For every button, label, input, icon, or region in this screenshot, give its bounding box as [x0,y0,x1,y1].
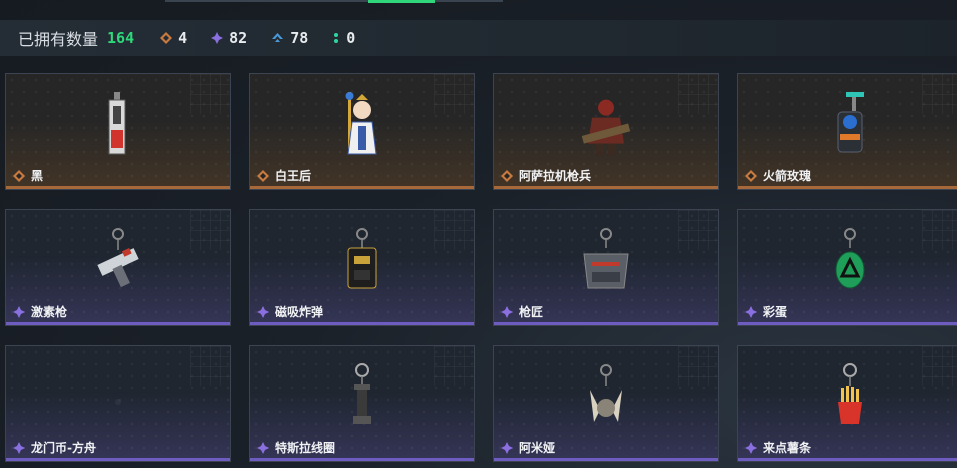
purple-count: 82 [229,29,248,47]
orange-diamond-icon [745,169,757,182]
purple-diamond-icon [501,305,513,318]
item-name-row: 彩蛋 [745,303,787,320]
green-count-stat: 0 [332,29,355,47]
owned-stats-bar: 已拥有数量 164 4 82 78 0 [0,20,957,56]
item-name: 白王后 [275,169,312,183]
item-card[interactable]: 白王后 [249,73,475,190]
fries-icon [838,362,862,424]
item-card[interactable]: 特斯拉线圈 [249,345,475,462]
owned-count: 164 [107,29,135,47]
item-name-row: 龙门币-方舟 [13,439,96,456]
purple-diamond-icon [501,441,513,454]
item-card[interactable]: 阿萨拉机枪兵 [493,73,719,190]
item-name-row: 激素枪 [13,303,67,320]
item-name: 彩蛋 [763,305,788,319]
purple-diamond-icon [211,32,224,44]
item-name: 龙门币-方舟 [31,441,96,455]
orange-diamond-icon [160,32,173,44]
item-card[interactable]: 彩蛋 [737,209,957,326]
item-name-row: 特斯拉线圈 [257,439,335,456]
purple-count-stat: 82 [211,29,247,47]
item-name-row: 磁吸炸弹 [257,303,323,320]
purple-diamond-icon [257,441,269,454]
blue-count: 78 [290,29,309,47]
item-name-row: 白王后 [257,167,311,184]
item-name: 阿萨拉机枪兵 [519,169,592,183]
item-card[interactable]: 阿米娅 [493,345,719,462]
purple-diamond-icon [13,441,25,454]
green-dots-icon [334,33,339,43]
item-name-row: 黑 [13,167,43,184]
orange-count-stat: 4 [160,29,187,47]
owned-label: 已拥有数量 [18,30,99,49]
green-count: 0 [346,29,356,47]
queen-figure-icon [345,91,377,154]
purple-diamond-icon [13,305,25,318]
blue-chevron-icon [272,33,284,42]
amiya-charm-icon [590,363,622,422]
item-name-row: 来点薯条 [745,439,811,456]
item-card[interactable]: 黑 [5,73,231,190]
orange-diamond-icon [13,169,25,182]
purple-diamond-icon [257,305,269,318]
gunner-figure-icon [581,99,631,156]
purple-diamond-icon [745,441,757,454]
easter-egg-icon [835,227,865,288]
rocket-rose-icon [837,91,864,152]
tesla-coil-icon [353,362,371,424]
item-name: 黑 [31,169,44,183]
item-card[interactable]: 枪匠 [493,209,719,326]
item-card[interactable]: 来点薯条 [737,345,957,462]
item-name-row: 火箭玫瑰 [745,167,811,184]
item-name: 阿米娅 [519,441,556,455]
magnet-bomb-icon [347,227,377,288]
purple-diamond-icon [745,305,757,318]
gunsmith-case-icon [583,227,629,288]
item-name: 来点薯条 [763,441,812,455]
item-name: 特斯拉线圈 [275,441,336,455]
top-tab-indicator-track [165,0,503,3]
item-name-row: 阿米娅 [501,439,555,456]
injector-gun-icon [97,227,139,287]
item-card[interactable]: 龙门币-方舟 [5,345,231,462]
item-card[interactable]: 激素枪 [5,209,231,326]
orange-diamond-icon [257,169,269,182]
item-card[interactable]: 磁吸炸弹 [249,209,475,326]
item-name: 磁吸炸弹 [275,305,324,319]
blue-count-stat: 78 [271,29,308,47]
item-name: 枪匠 [519,305,544,319]
item-name: 火箭玫瑰 [763,169,812,183]
orange-diamond-icon [501,169,513,182]
item-name-row: 枪匠 [501,303,543,320]
item-card[interactable]: 火箭玫瑰 [737,73,957,190]
top-tab-active-indicator [368,0,435,3]
coin-icon [115,398,121,405]
orange-count: 4 [178,29,188,47]
vial-charm-icon [108,91,126,154]
item-name-row: 阿萨拉机枪兵 [501,167,591,184]
item-name: 激素枪 [31,305,68,319]
